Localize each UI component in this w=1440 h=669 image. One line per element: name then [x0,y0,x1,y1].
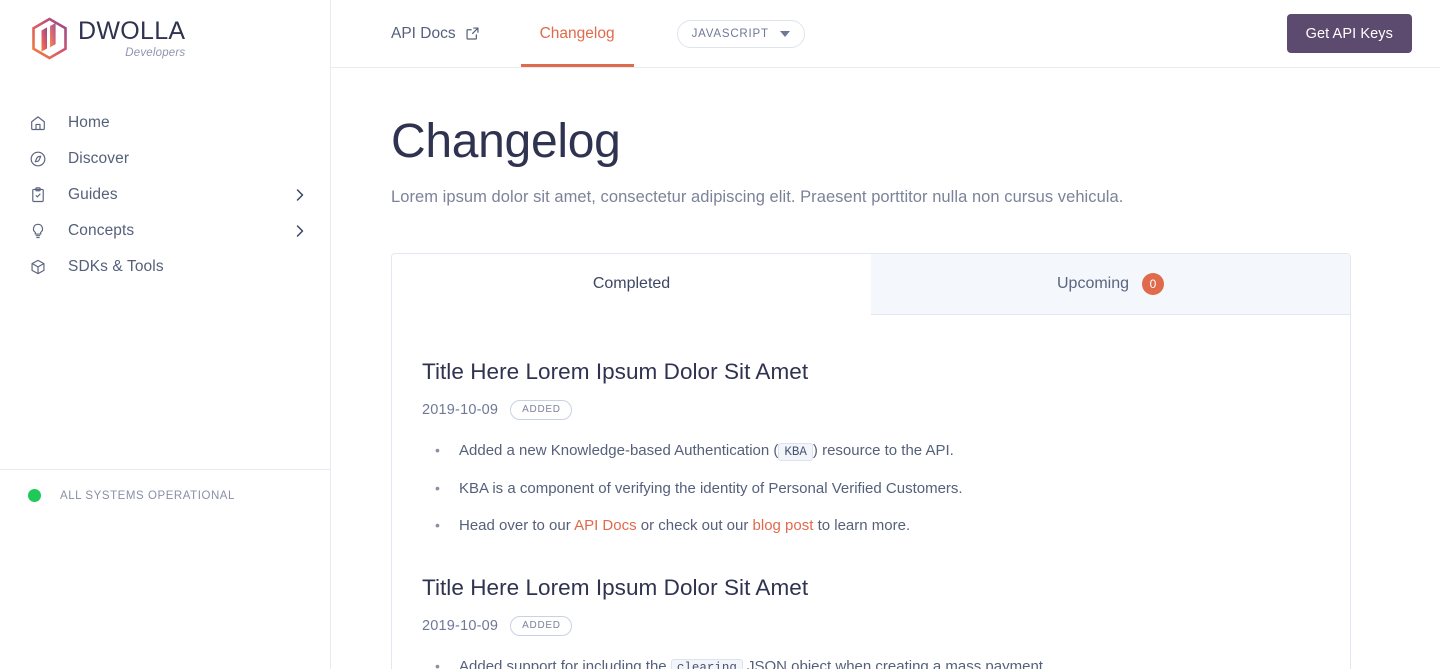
cube-icon [28,257,48,277]
sidebar-item-label: Discover [68,150,130,167]
inline-link[interactable]: blog post [753,517,814,534]
status-badge[interactable]: ALL SYSTEMS OPERATIONAL [28,489,235,502]
changelog-bullet-list: Added support for including the clearing… [422,655,1062,669]
nav-changelog[interactable]: Changelog [520,0,634,67]
topbar: API Docs Changelog JAVASCRIPT Get API Ke… [331,0,1440,68]
status-label: ALL SYSTEMS OPERATIONAL [60,489,235,502]
changelog-entry-title: Title Here Lorem Ipsum Dolor Sit Amet [422,359,809,384]
content-inner: Changelog Lorem ipsum dolor sit amet, co… [391,112,1351,669]
changelog-entry-date: 2019-10-09 [422,618,499,634]
changelog-entry-title: Title Here Lorem Ipsum Dolor Sit Amet [422,575,809,600]
page-title: Changelog [391,115,621,168]
inline-link[interactable]: API Docs [574,517,637,534]
sidebar-item-label: Guides [68,186,118,203]
nav-api-docs[interactable]: API Docs [391,0,480,67]
content-region: Changelog Lorem ipsum dolor sit amet, co… [331,112,1440,669]
tab-upcoming-label: Upcoming [1056,275,1130,292]
sidebar-item-label: SDKs & Tools [68,258,164,275]
tab-bar: Completed Upcoming 0 [391,253,1351,315]
tab-completed[interactable]: Completed [392,254,871,315]
tab-completed-label: Completed [592,275,671,292]
changelog-bullet: KBA is a component of verifying the iden… [422,477,1062,500]
chevron-right-icon[interactable] [294,187,306,203]
nav-changelog-label: Changelog [539,24,615,42]
changelog-entry-tag: ADDED [510,616,572,636]
sidebar-divider [0,469,330,470]
tab-upcoming[interactable]: Upcoming 0 [871,254,1350,315]
sidebar-item-home[interactable]: Home [0,105,330,141]
sidebar-item-sdks-tools[interactable]: SDKs & Tools [0,249,330,285]
logo-subtitle: Developers [125,47,186,59]
changelog-entry: Title Here Lorem Ipsum Dolor Sit Amet 201… [422,359,1062,537]
logo-wordmark: DWOLLA [78,17,186,45]
changelog-entry: Title Here Lorem Ipsum Dolor Sit Amet 201… [422,575,1062,669]
dwolla-hexagon-logo-icon [30,17,70,61]
sidebar: DWOLLA Developers Home Discover Guides C… [0,0,331,669]
changelog-entry-date: 2019-10-09 [422,402,499,418]
sidebar-item-guides[interactable]: Guides [0,177,330,213]
logo[interactable]: DWOLLA Developers [0,0,330,61]
sidebar-item-discover[interactable]: Discover [0,141,330,177]
sidebar-item-concepts[interactable]: Concepts [0,213,330,249]
clipboard-check-icon [28,185,48,205]
language-selector-label: JAVASCRIPT [691,27,769,40]
inline-code-chip: KBA [778,443,813,461]
changelog-bullet: Added a new Knowledge-based Authenticati… [422,439,1062,463]
app-root: DWOLLA Developers Home Discover Guides C… [0,0,1440,669]
changelog-entry-tag: ADDED [510,400,572,420]
chevron-right-icon[interactable] [294,223,306,239]
compass-icon [28,149,48,169]
changelog-entry-list: Title Here Lorem Ipsum Dolor Sit Amet 201… [422,359,1062,669]
tab-upcoming-badge: 0 [1142,273,1165,295]
chevron-down-icon [779,30,790,37]
changelog-bullet-list: Added a new Knowledge-based Authenticati… [422,439,1062,537]
sidebar-item-label: Home [68,114,110,131]
get-api-keys-button[interactable]: Get API Keys [1286,14,1412,53]
inline-code-chip: clearing [670,659,743,669]
nav-api-docs-label: API Docs [391,25,456,42]
sidebar-nav: Home Discover Guides Concepts SDKs & Too… [0,105,330,285]
logo-text: DWOLLA Developers [78,16,185,59]
lightbulb-icon [28,221,48,241]
sidebar-item-label: Concepts [68,222,135,239]
changelog-bullet: Head over to our API Docs or check out o… [422,514,1062,537]
page-subtitle: Lorem ipsum dolor sit amet, consectetur … [391,188,1124,206]
main-area: API Docs Changelog JAVASCRIPT Get API Ke… [331,0,1440,669]
changelog-panel: Title Here Lorem Ipsum Dolor Sit Amet 201… [391,315,1351,669]
status-dot-icon [28,489,41,502]
changelog-entry-meta: 2019-10-09 ADDED [422,400,1062,420]
changelog-bullet: Added support for including the clearing… [422,655,1062,669]
changelog-entry-meta: 2019-10-09 ADDED [422,616,1062,636]
language-selector[interactable]: JAVASCRIPT [676,19,805,48]
home-icon [28,113,48,133]
external-link-icon [465,26,480,41]
